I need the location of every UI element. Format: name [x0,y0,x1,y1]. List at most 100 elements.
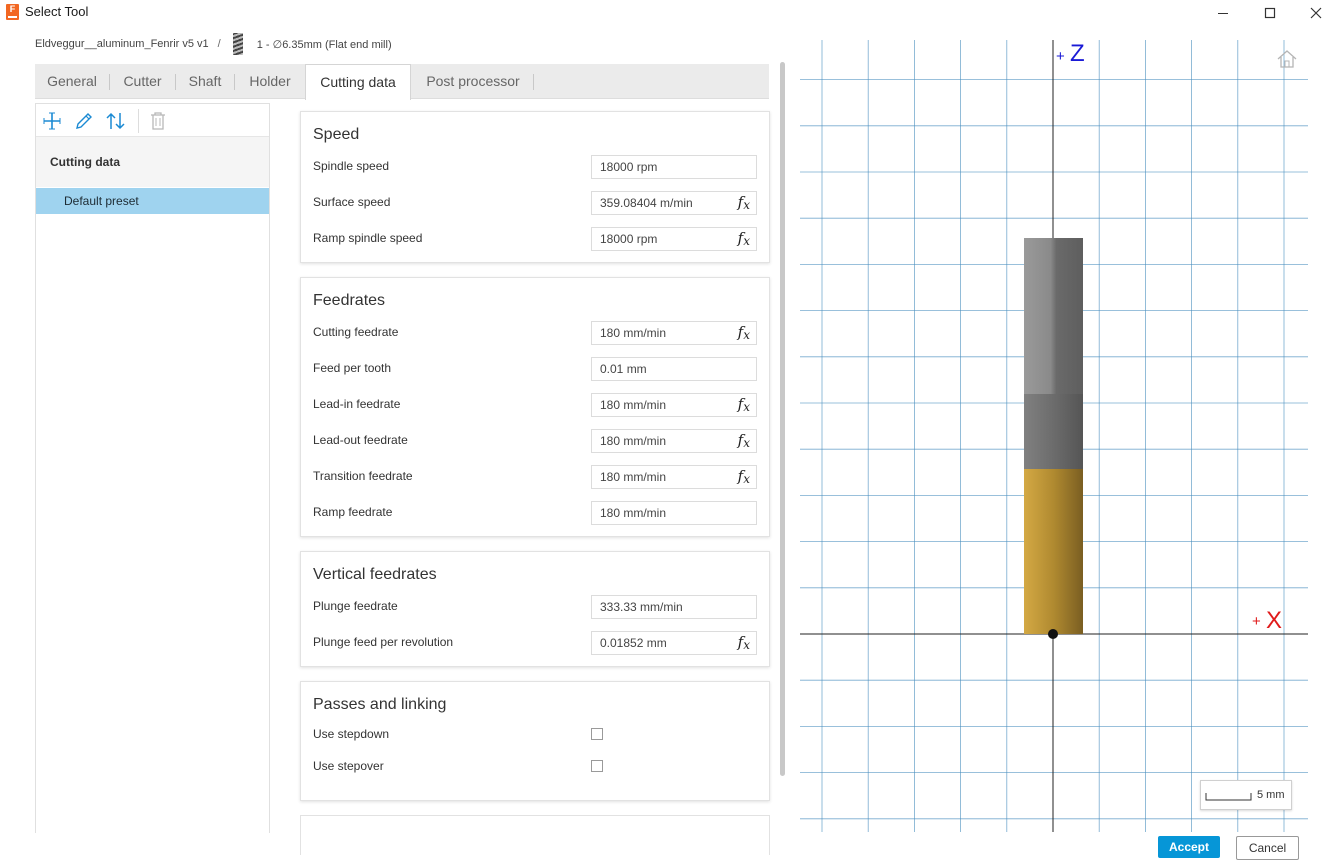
fx-icon[interactable]: fx [738,431,750,450]
tool-flutes [1024,469,1083,634]
minimize-icon [1218,13,1228,14]
field-value: 180 mm/min [600,398,667,412]
ramp-spindle-speed-field[interactable]: 18000 rpm fx [591,227,757,251]
field-value: 180 mm/min [600,434,667,448]
field-value: 0.01852 mm [600,636,667,650]
preset-item-label: Default preset [64,194,139,208]
close-icon [1310,7,1322,19]
minimize-button[interactable] [1200,0,1246,26]
preset-group: Cutting data [36,137,269,187]
field-value: 180 mm/min [600,470,667,484]
lead-in-feedrate-field[interactable]: 180 mm/min fx [591,393,757,417]
transition-feedrate-label: Transition feedrate [313,469,413,483]
app-icon-letter: F [9,4,16,14]
cancel-button[interactable]: Cancel [1236,836,1299,860]
preset-panel: Cutting data Default preset [35,103,270,833]
x-axis-sign: + [1252,613,1261,630]
field-value: 180 mm/min [600,506,667,520]
lead-out-feedrate-label: Lead-out feedrate [313,433,408,447]
transition-feedrate-field[interactable]: 180 mm/min fx [591,465,757,489]
section-title: Speed [313,126,360,143]
title-bar: F Select Tool [0,0,1335,26]
plunge-feed-per-revolution-field[interactable]: 0.01852 mm fx [591,631,757,655]
section-passes-linking: Passes and linking Use stepdown Use step… [300,681,770,801]
use-stepdown-checkbox[interactable] [591,728,603,740]
fx-icon[interactable]: fx [738,633,750,652]
preset-item-default[interactable]: Default preset [36,188,269,214]
tool-preview-canvas: + Z + X [800,40,1308,832]
plunge-feedrate-label: Plunge feedrate [313,599,398,613]
section-title: Passes and linking [313,696,447,713]
window-title: Select Tool [25,4,89,19]
x-axis-label: X [1266,607,1282,634]
end-mill-icon [232,33,243,55]
tab-holder[interactable]: Holder [235,64,305,99]
preset-toolbar [36,104,269,137]
fx-icon[interactable]: fx [738,395,750,414]
scale-label: 5 mm [1257,789,1285,801]
maximize-button[interactable] [1247,0,1293,26]
tab-shaft[interactable]: Shaft [176,64,234,99]
z-axis-label: Z [1070,40,1085,67]
use-stepdown-label: Use stepdown [313,727,390,741]
tool-shaft [1024,394,1083,469]
app-icon: F [6,4,19,20]
accept-button[interactable]: Accept [1158,836,1220,858]
breadcrumb: Eldveggur__aluminum_Fenrir v5 v1 / 1 - ∅… [35,33,392,55]
cutting-feedrate-field[interactable]: 180 mm/min fx [591,321,757,345]
ramp-feedrate-label: Ramp feedrate [313,505,393,519]
ramp-feedrate-field[interactable]: 180 mm/min [591,501,757,525]
tab-general[interactable]: General [35,64,109,99]
section-feedrates: Feedrates Cutting feedrate 180 mm/min fx… [300,277,770,537]
breadcrumb-separator: / [217,38,221,50]
tool-holder [1024,238,1083,394]
spindle-speed-label: Spindle speed [313,159,390,173]
edit-icon[interactable] [73,110,95,132]
section-title: Vertical feedrates [313,566,437,583]
breadcrumb-document[interactable]: Eldveggur__aluminum_Fenrir v5 v1 [35,38,209,50]
tab-bar: General Cutter Shaft Holder Cutting data… [35,64,769,100]
feed-per-tooth-field[interactable]: 0.01 mm [591,357,757,381]
cutting-feedrate-label: Cutting feedrate [313,325,399,339]
section-vertical-feedrates: Vertical feedrates Plunge feedrate 333.3… [300,551,770,667]
maximize-icon [1264,7,1276,19]
ramp-spindle-speed-label: Ramp spindle speed [313,231,423,245]
plunge-feed-per-revolution-label: Plunge feed per revolution [313,635,454,649]
field-value: 18000 rpm [600,160,658,174]
feed-per-tooth-label: Feed per tooth [313,361,392,375]
add-icon[interactable] [41,110,63,132]
sort-icon[interactable] [105,110,127,132]
tab-cutting-data[interactable]: Cutting data [305,64,411,100]
fx-icon[interactable]: fx [738,193,750,212]
tab-post-processor[interactable]: Post processor [413,64,533,99]
z-axis-sign: + [1056,48,1065,65]
plunge-feedrate-field[interactable]: 333.33 mm/min [591,595,757,619]
surface-speed-field[interactable]: 359.08404 m/min fx [591,191,757,215]
surface-speed-label: Surface speed [313,195,391,209]
tool-origin-point [1048,629,1058,639]
spindle-speed-field[interactable]: 18000 rpm [591,155,757,179]
scale-bar-icon [1205,793,1252,801]
form-scrollbar[interactable] [780,62,785,776]
use-stepover-label: Use stepover [313,759,384,773]
fx-icon[interactable]: fx [738,229,750,248]
delete-icon[interactable] [147,110,169,132]
tab-cutter[interactable]: Cutter [110,64,175,99]
lead-out-feedrate-field[interactable]: 180 mm/min fx [591,429,757,453]
fx-icon[interactable]: fx [738,467,750,486]
section-title: Feedrates [313,292,386,309]
fx-icon[interactable]: fx [738,323,750,342]
tool-preview-viewport[interactable]: + Z + X [800,40,1308,832]
field-value: 0.01 mm [600,362,647,376]
lead-in-feedrate-label: Lead-in feedrate [313,397,401,411]
field-value: 359.08404 m/min [600,196,693,210]
use-stepover-checkbox[interactable] [591,760,603,772]
section-next-partial [300,815,770,855]
scale-indicator: 5 mm [1200,780,1292,810]
preset-group-label: Cutting data [50,155,120,169]
close-button[interactable] [1293,0,1335,26]
home-view-icon[interactable] [1276,49,1298,69]
section-speed: Speed Spindle speed 18000 rpm Surface sp… [300,111,770,263]
field-value: 18000 rpm [600,232,658,246]
breadcrumb-tool: 1 - ∅6.35mm (Flat end mill) [256,38,392,51]
